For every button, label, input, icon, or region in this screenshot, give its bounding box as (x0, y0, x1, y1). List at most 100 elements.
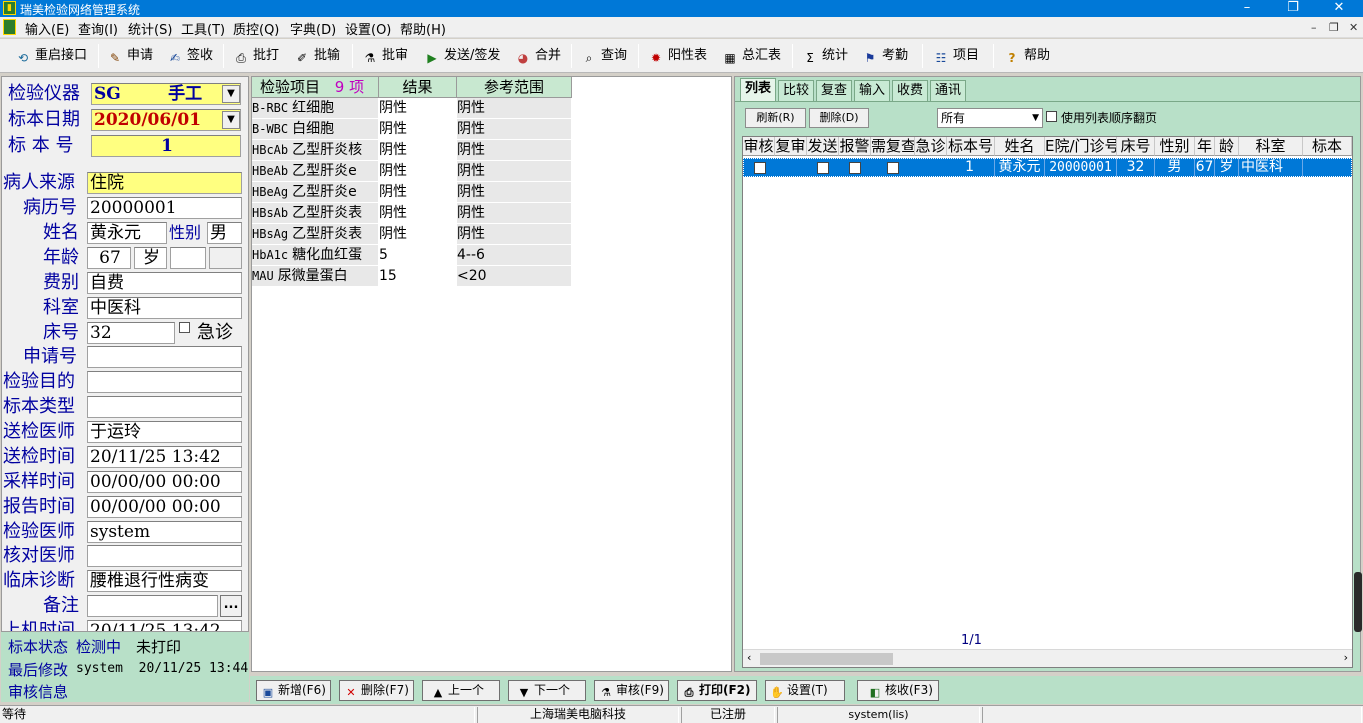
positive-table-button[interactable]: ✹ 阳性表 (648, 45, 707, 67)
result-row[interactable]: B-WBC 白细胞 阴性 阴性 (252, 119, 572, 140)
minimize-button[interactable]: – (1224, 0, 1270, 17)
result-item-cell[interactable]: MAU 尿微量蛋白 (252, 266, 379, 287)
col-sample-no[interactable]: 标本号 (947, 137, 995, 156)
remark-input[interactable] (87, 595, 218, 617)
menu-tools[interactable]: 工具(T) (181, 19, 225, 38)
menu-help[interactable]: 帮助(H) (400, 19, 446, 38)
close-button[interactable]: ✕ (1316, 0, 1362, 17)
result-value-cell[interactable]: 阴性 (379, 140, 457, 161)
remark-browse-button[interactable]: ... (220, 595, 242, 617)
sex-input[interactable]: 男 (207, 222, 242, 244)
mdi-minimize-button[interactable]: – (1311, 21, 1317, 34)
dept-input[interactable]: 中医科 (87, 297, 242, 319)
result-row[interactable]: HBcAb 乙型肝炎核 阴性 阴性 (252, 140, 572, 161)
age-input[interactable]: 67 (87, 247, 131, 269)
maximize-button[interactable]: ❐ (1270, 0, 1316, 17)
report-time-input[interactable]: 00/00/00 00:00 (87, 496, 242, 518)
horizontal-scrollbar[interactable]: ‹ › (743, 649, 1352, 667)
print-button[interactable]: ⎙ 打印(F2) (677, 680, 757, 701)
menu-quality[interactable]: 质控(Q) (233, 19, 279, 38)
result-value-cell[interactable]: 5 (379, 245, 457, 266)
menu-settings[interactable]: 设置(O) (345, 19, 391, 38)
sample-type-input[interactable] (87, 396, 242, 418)
tab-recheck[interactable]: 复查 (816, 80, 852, 101)
result-item-cell[interactable]: B-RBC 红细胞 (252, 98, 379, 119)
send-button[interactable]: ▶ 发送/签发 (424, 45, 500, 67)
tab-communication[interactable]: 通讯 (930, 80, 966, 101)
attendance-button[interactable]: ⚑ 考勤 (862, 45, 908, 67)
receive-button[interactable]: ◧ 核收(F3) (857, 680, 939, 701)
send-time-input[interactable]: 20/11/25 13:42 (87, 446, 242, 468)
review-checkbox[interactable] (754, 162, 766, 174)
col-review[interactable]: 审核 (743, 137, 775, 156)
next-button[interactable]: ▼ 下一个 (508, 680, 586, 701)
col-age-unit[interactable]: 龄 (1215, 137, 1239, 156)
menu-statistics[interactable]: 统计(S) (128, 19, 172, 38)
tab-input[interactable]: 输入 (854, 80, 890, 101)
delete-button[interactable]: ✕ 删除(F7) (339, 680, 414, 701)
batch-review-button[interactable]: ⚗ 批审 (362, 45, 408, 67)
result-value-cell[interactable]: 阴性 (379, 203, 457, 224)
fee-input[interactable]: 自费 (87, 272, 242, 294)
age-extra-unit[interactable] (209, 247, 242, 269)
result-value-cell[interactable]: 15 (379, 266, 457, 287)
record-no-input[interactable]: 20000001 (87, 197, 242, 219)
col-urgent[interactable]: 急诊 (915, 137, 947, 156)
bed-input[interactable]: 32 (87, 322, 175, 344)
result-item-cell[interactable]: B-WBC 白细胞 (252, 119, 379, 140)
doctor-input[interactable]: system (87, 521, 242, 543)
merge-button[interactable]: ◕ 合并 (515, 45, 561, 67)
settings-button[interactable]: ✋ 设置(T) (765, 680, 845, 701)
previous-button[interactable]: ▲ 上一个 (422, 680, 500, 701)
col-sample[interactable]: 标本 (1303, 137, 1352, 156)
result-value-cell[interactable]: 阴性 (379, 224, 457, 245)
sign-in-button[interactable]: ✍ 签收 (167, 45, 213, 67)
batch-input-button[interactable]: ✐ 批输 (294, 45, 340, 67)
sender-input[interactable]: 于运玲 (87, 421, 242, 443)
result-value-cell[interactable]: 阴性 (379, 161, 457, 182)
paging-checkbox[interactable] (1046, 111, 1057, 122)
date-dropdown-icon[interactable]: ▼ (222, 111, 240, 129)
result-row[interactable]: B-RBC 红细胞 阴性 阴性 (252, 98, 572, 119)
result-item-cell[interactable]: HBcAb 乙型肝炎核 (252, 140, 379, 161)
result-item-cell[interactable]: HBsAg 乙型肝炎表 (252, 224, 379, 245)
mdi-close-button[interactable]: ✕ (1349, 21, 1358, 34)
result-row[interactable]: HBeAb 乙型肝炎e 阴性 阴性 (252, 161, 572, 182)
refresh-button[interactable]: 刷新(R) (745, 108, 806, 128)
mdi-restore-button[interactable]: ❐ (1329, 21, 1339, 34)
summary-table-button[interactable]: ▦ 总汇表 (722, 45, 781, 67)
result-item-cell[interactable]: HBsAb 乙型肝炎表 (252, 203, 379, 224)
col-need-recheck[interactable]: 需复查 (871, 137, 915, 156)
result-row[interactable]: HBeAg 乙型肝炎e 阴性 阴性 (252, 182, 572, 203)
result-item-cell[interactable]: HbA1c 糖化血红蛋 (252, 245, 379, 266)
result-item-cell[interactable]: HBeAb 乙型肝炎e (252, 161, 379, 182)
delete-list-button[interactable]: 删除(D) (809, 108, 869, 128)
col-age[interactable]: 年 (1195, 137, 1215, 156)
col-send[interactable]: 发送 (807, 137, 839, 156)
col-rereview[interactable]: 复审 (775, 137, 807, 156)
menu-input[interactable]: 输入(E) (25, 19, 69, 38)
checker-input[interactable] (87, 545, 242, 567)
urgent-checkbox[interactable] (179, 322, 190, 333)
result-value-cell[interactable]: 阴性 (379, 119, 457, 140)
result-value-cell[interactable]: 阴性 (379, 182, 457, 203)
items-button[interactable]: ☷ 项目 (933, 45, 979, 67)
age-unit-select[interactable]: 岁 (134, 247, 167, 269)
result-value-cell[interactable]: 阴性 (379, 98, 457, 119)
tab-compare[interactable]: 比较 (778, 80, 814, 101)
scroll-thumb[interactable] (760, 653, 893, 665)
batch-print-button[interactable]: ⎙ 批打 (233, 45, 279, 67)
name-input[interactable]: 黄永元 (87, 222, 167, 244)
col-patient-no[interactable]: E院/门诊号 (1045, 137, 1117, 156)
col-sex[interactable]: 性别 (1155, 137, 1195, 156)
col-bed[interactable]: 床号 (1117, 137, 1155, 156)
new-button[interactable]: ▣ 新增(F6) (256, 680, 331, 701)
result-row[interactable]: HBsAb 乙型肝炎表 阴性 阴性 (252, 203, 572, 224)
scroll-left-icon[interactable]: ‹ (747, 651, 751, 664)
age-extra-input[interactable] (170, 247, 206, 269)
menu-dictionary[interactable]: 字典(D) (290, 19, 336, 38)
review-button[interactable]: ⚗ 审核(F9) (594, 680, 669, 701)
restart-interface-button[interactable]: ⟲ 重启接口 (15, 45, 87, 67)
alarm-checkbox[interactable] (849, 162, 861, 174)
tab-charge[interactable]: 收费 (892, 80, 928, 101)
